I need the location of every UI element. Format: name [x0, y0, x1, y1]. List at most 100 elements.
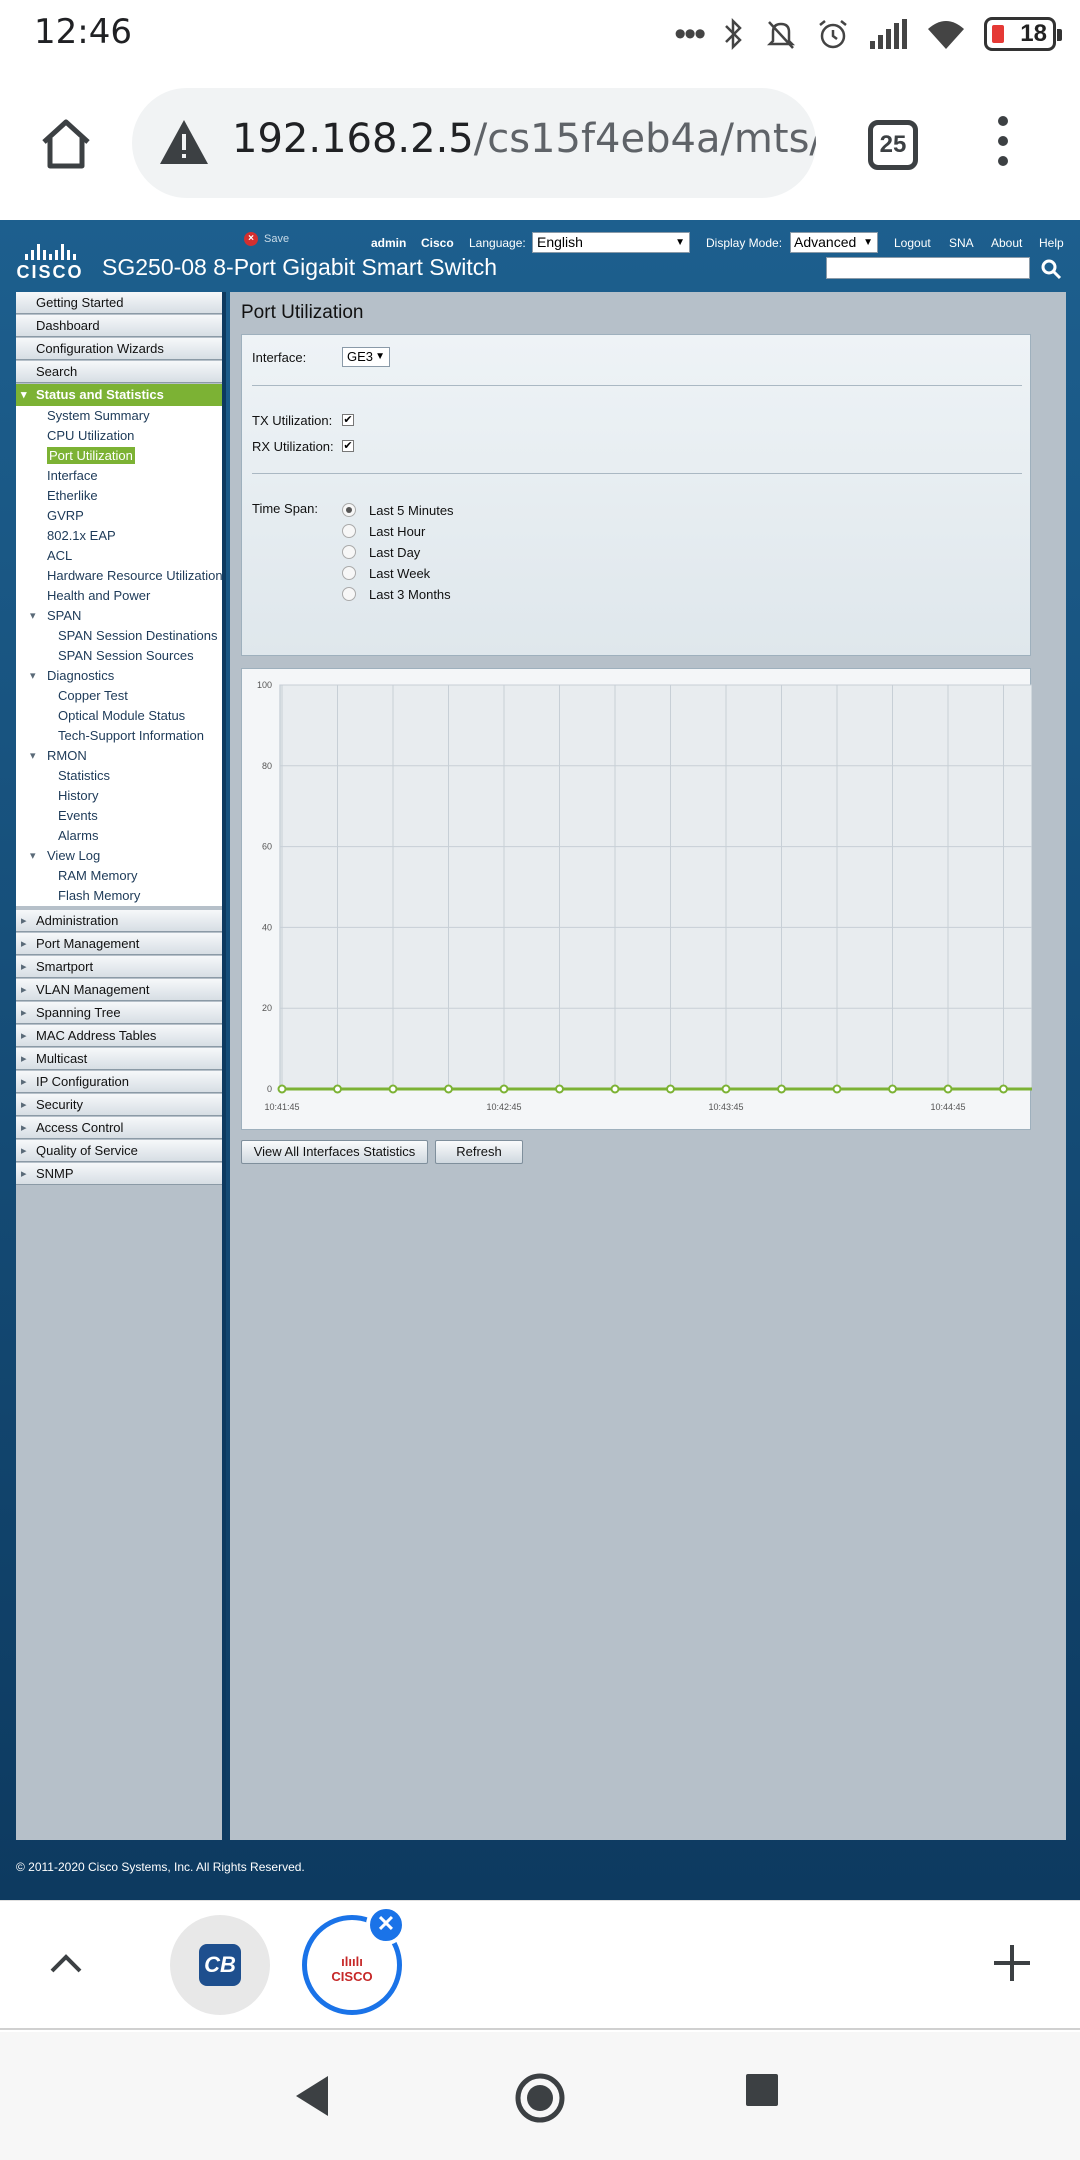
- nav-rmon[interactable]: RMON: [16, 746, 222, 766]
- nav-snmp[interactable]: SNMP: [16, 1163, 222, 1185]
- data-point: [832, 1084, 842, 1094]
- logout-link[interactable]: Logout: [894, 236, 931, 250]
- nav-copper-test[interactable]: Copper Test: [16, 686, 222, 706]
- nav-cpu-utilization[interactable]: CPU Utilization: [16, 426, 222, 446]
- main-content: Port Utilization Interface: GE3 ▼ TX Util…: [230, 292, 1066, 1840]
- timespan-radio-last-3-months[interactable]: [342, 587, 356, 601]
- cb-app-icon: CB: [199, 1944, 241, 1986]
- battery-icon: 18: [984, 17, 1062, 51]
- nav-system-summary[interactable]: System Summary: [16, 406, 222, 426]
- nav-8021x-eap[interactable]: 802.1x EAP: [16, 526, 222, 546]
- new-tab-icon[interactable]: [990, 1941, 1034, 1985]
- rx-utilization-checkbox[interactable]: ✔: [342, 440, 354, 452]
- search-icon[interactable]: [1040, 258, 1062, 280]
- nav-multicast[interactable]: Multicast: [16, 1048, 222, 1070]
- data-point: [388, 1084, 398, 1094]
- tab-cb[interactable]: CB: [170, 1915, 270, 2015]
- nav-ip-configuration[interactable]: IP Configuration: [16, 1071, 222, 1093]
- nav-interface[interactable]: Interface: [16, 466, 222, 486]
- help-link[interactable]: Help: [1039, 236, 1064, 250]
- nav-port-utilization-label: Port Utilization: [47, 447, 135, 464]
- wifi-icon: [928, 21, 964, 49]
- timespan-radio-last-day[interactable]: [342, 545, 356, 559]
- warning-icon[interactable]: [158, 118, 210, 166]
- home-icon[interactable]: [36, 114, 96, 174]
- nav-health-and-power[interactable]: Health and Power: [16, 586, 222, 606]
- refresh-button[interactable]: Refresh: [435, 1140, 523, 1164]
- close-tab-icon[interactable]: ✕: [366, 1905, 406, 1945]
- interface-label: Interface:: [252, 350, 307, 365]
- search-input[interactable]: [826, 257, 1030, 279]
- home-nav-icon[interactable]: [514, 2072, 566, 2124]
- nav-ram-memory[interactable]: RAM Memory: [16, 866, 222, 886]
- nav-diagnostics[interactable]: Diagnostics: [16, 666, 222, 686]
- display-mode-select[interactable]: Advanced ▼: [790, 232, 878, 253]
- nav-span-session-destinations[interactable]: SPAN Session Destinations: [16, 626, 222, 646]
- nav-smartport[interactable]: Smartport: [16, 956, 222, 978]
- tx-utilization-checkbox[interactable]: ✔: [342, 414, 354, 426]
- nav-dashboard[interactable]: Dashboard: [16, 315, 222, 337]
- timespan-option-label: Last 3 Months: [369, 587, 451, 602]
- username: admin: [371, 236, 407, 250]
- nav-security[interactable]: Security: [16, 1094, 222, 1116]
- nav-span-session-sources[interactable]: SPAN Session Sources: [16, 646, 222, 666]
- sna-link[interactable]: SNA: [949, 236, 974, 250]
- timespan-radio-last-week[interactable]: [342, 566, 356, 580]
- nav-gvrp[interactable]: GVRP: [16, 506, 222, 526]
- utilization-chart: 100 80 60 40 20 0 10:41:45 10:42:45 10:43:45 10:4…: [241, 668, 1032, 1130]
- nav-flash-memory[interactable]: Flash Memory: [16, 886, 222, 906]
- nav-port-utilization[interactable]: Port Utilization: [16, 446, 222, 466]
- tx-utilization-label: TX Utilization:: [252, 413, 333, 428]
- nav-tech-support-information[interactable]: Tech-Support Information: [16, 726, 222, 746]
- save-link[interactable]: × Save: [244, 232, 289, 246]
- page-title: Port Utilization: [241, 302, 364, 323]
- nav-port-management[interactable]: Port Management: [16, 933, 222, 955]
- nav-acl[interactable]: ACL: [16, 546, 222, 566]
- nav-rmon-events[interactable]: Events: [16, 806, 222, 826]
- timespan-option-label: Last Hour: [369, 524, 426, 539]
- nav-span[interactable]: SPAN: [16, 606, 222, 626]
- recents-icon[interactable]: [744, 2072, 780, 2108]
- data-point: [888, 1084, 897, 1094]
- interface-select[interactable]: GE3 ▼: [342, 347, 390, 367]
- nav-status-and-statistics[interactable]: Status and Statistics: [16, 384, 222, 406]
- nav-quality-of-service[interactable]: Quality of Service: [16, 1140, 222, 1162]
- nav-administration[interactable]: Administration: [16, 910, 222, 932]
- x-tick-label: 10:43:45: [708, 1102, 743, 1112]
- time-span-label: Time Span:: [252, 501, 318, 516]
- about-link[interactable]: About: [991, 236, 1022, 250]
- nav-vlan-management[interactable]: VLAN Management: [16, 979, 222, 1001]
- tab-switcher-button[interactable]: 25: [868, 120, 918, 170]
- nav-mac-address-tables[interactable]: MAC Address Tables: [16, 1025, 222, 1047]
- nav-rmon-alarms[interactable]: Alarms: [16, 826, 222, 846]
- view-all-interfaces-button[interactable]: View All Interfaces Statistics: [241, 1140, 428, 1164]
- url-text[interactable]: 192.168.2.5/cs15f4eb4a/mts/h: [232, 116, 816, 162]
- back-icon[interactable]: [292, 2072, 332, 2120]
- logo-text: CISCO: [16, 262, 84, 282]
- nav-spanning-tree[interactable]: Spanning Tree: [16, 1002, 222, 1024]
- nav-view-log[interactable]: View Log: [16, 846, 222, 866]
- chevron-up-icon[interactable]: [44, 1941, 88, 1985]
- nav-search[interactable]: Search: [16, 361, 222, 383]
- nav-hardware-resource-utilization[interactable]: Hardware Resource Utilization: [16, 566, 223, 586]
- language-value: English: [537, 234, 583, 250]
- alarm-icon: [819, 20, 847, 49]
- timespan-radio-last-5-minutes[interactable]: [342, 503, 356, 517]
- nav-configuration-wizards[interactable]: Configuration Wizards: [16, 338, 222, 360]
- dropdown-arrow-icon: ▼: [863, 237, 873, 248]
- timespan-radio-last-hour[interactable]: [342, 524, 356, 538]
- nav-access-control[interactable]: Access Control: [16, 1117, 222, 1139]
- language-select[interactable]: English ▼: [532, 232, 690, 253]
- url-path: /cs15f4eb4a/mts/h: [473, 116, 816, 162]
- data-point: [777, 1084, 786, 1094]
- address-bar[interactable]: 192.168.2.5/cs15f4eb4a/mts/h: [132, 88, 816, 198]
- nav-rmon-history[interactable]: History: [16, 786, 222, 806]
- url-host: 192.168.2.5: [232, 116, 474, 162]
- more-menu-icon[interactable]: [990, 116, 1016, 176]
- nav-getting-started[interactable]: Getting Started: [16, 292, 222, 314]
- nav-rmon-statistics[interactable]: Statistics: [16, 766, 222, 786]
- nav-etherlike[interactable]: Etherlike: [16, 486, 222, 506]
- chart-svg: 100 80 60 40 20 0 10:41:45 10:42:45 10:43:45 10:4…: [257, 680, 1032, 1112]
- y-tick-label: 60: [262, 842, 272, 852]
- nav-optical-module-status[interactable]: Optical Module Status: [16, 706, 222, 726]
